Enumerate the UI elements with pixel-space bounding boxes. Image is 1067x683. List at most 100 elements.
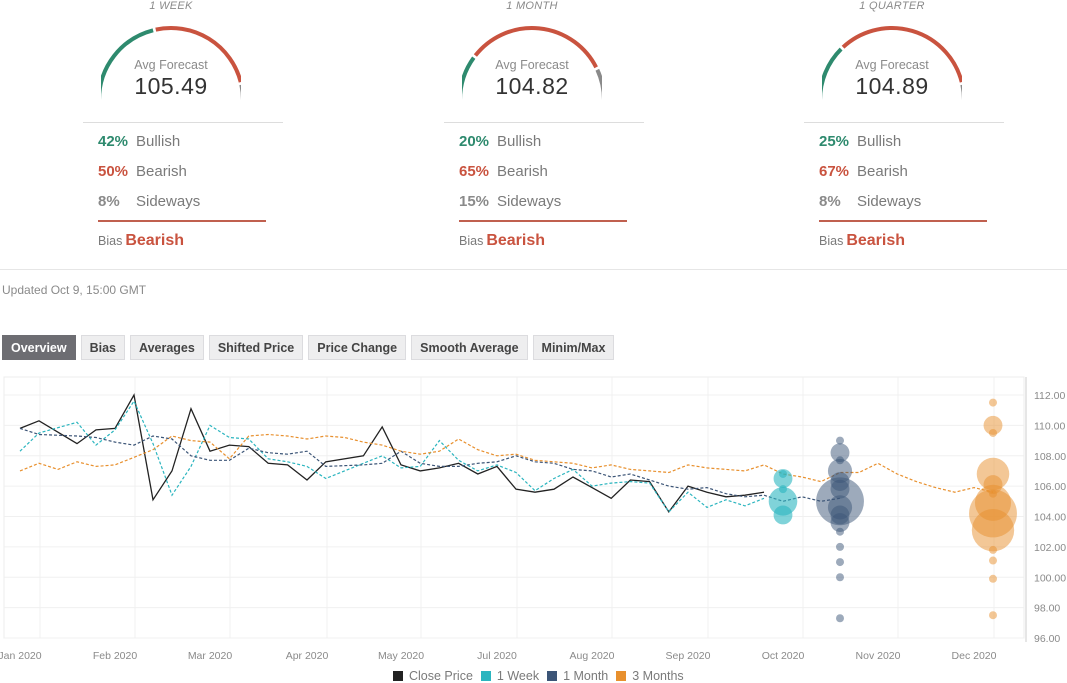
tab-price-change[interactable]: Price Change (308, 335, 407, 360)
period-label: 1 WEEK (149, 0, 193, 12)
forecast-bubble-1-month (836, 614, 844, 623)
x-tick-label: Dec 2020 (952, 650, 997, 662)
avg-forecast-label: Avg Forecast (134, 58, 208, 72)
avg-forecast-label: Avg Forecast (495, 58, 569, 72)
y-tick-label: 106.00 (1034, 481, 1066, 493)
sideways-label: Sideways (136, 193, 201, 210)
bias: Bias Bearish (459, 232, 545, 250)
forecast-bubble-3-months (989, 611, 997, 620)
forecast-bubble-3-months (989, 428, 997, 437)
forecast-bubble-1-month (830, 479, 850, 499)
sideways-arc (595, 68, 602, 101)
x-tick-label: Aug 2020 (570, 650, 615, 662)
updated-timestamp: Updated Oct 9, 15:00 GMT (2, 283, 147, 297)
chart-tabs: Overview Bias Averages Shifted Price Pri… (2, 335, 615, 360)
bias-divider (819, 220, 987, 222)
forecast-bubble-3-months (989, 574, 997, 583)
bullish-label: Bullish (497, 133, 542, 150)
bias: Bias Bearish (98, 232, 184, 250)
bias-label: Bias (819, 234, 844, 248)
legend-swatch (480, 671, 491, 681)
forecast-card-week: 1 WEEK Avg Forecast 105.49 42% Bullish 50… (71, 0, 311, 265)
divider (444, 122, 644, 123)
bullish-percent: 25% (819, 133, 850, 150)
y-tick-label: 104.00 (1034, 512, 1066, 524)
legend-item-3-months[interactable]: 3 Months (616, 669, 684, 683)
forecast-bubble-1-month (836, 573, 844, 582)
x-tick-label: Apr 2020 (286, 650, 329, 662)
bias: Bias Bearish (819, 232, 905, 250)
forecast-bubble-3-months (989, 545, 997, 554)
bearish-row: 50% Bearish (98, 162, 187, 182)
bullish-label: Bullish (857, 133, 902, 150)
bearish-label: Bearish (857, 163, 908, 180)
sideways-row: 8% Sideways (819, 192, 921, 212)
bias-label: Bias (459, 234, 484, 248)
sideways-row: 15% Sideways (459, 192, 561, 212)
legend-item-1-week[interactable]: 1 Week (480, 669, 539, 683)
legend-swatch (547, 671, 558, 681)
period-label: 1 QUARTER (859, 0, 925, 12)
x-tick-label: Oct 2020 (762, 650, 805, 662)
legend-swatch (393, 671, 403, 681)
bias-value: Bearish (846, 232, 906, 249)
sideways-percent: 15% (459, 193, 490, 210)
y-tick-label: 108.00 (1034, 451, 1066, 463)
sideways-percent: 8% (98, 193, 120, 210)
forecast-bubble-1-month (836, 436, 844, 445)
tab-minim-max[interactable]: Minim/Max (532, 335, 615, 360)
forecast-bubble-1-week (773, 505, 793, 525)
bearish-row: 67% Bearish (819, 162, 908, 182)
x-tick-label: May 2020 (378, 650, 424, 662)
y-tick-label: 96.00 (1034, 633, 1060, 645)
tab-bias[interactable]: Bias (80, 335, 125, 360)
forecast-bubble-1-week (779, 469, 787, 478)
tab-shifted-price[interactable]: Shifted Price (208, 335, 304, 360)
series-line-1-month (19, 427, 841, 502)
x-tick-label: Nov 2020 (856, 650, 901, 662)
period-label: 1 MONTH (506, 0, 558, 12)
bearish-label: Bearish (497, 163, 548, 180)
forecast-bubble-3-months (989, 489, 997, 498)
bias-value: Bearish (125, 232, 185, 249)
forecast-bubble-3-months (989, 556, 997, 565)
legend-swatch (616, 671, 627, 681)
tab-overview[interactable]: Overview (2, 335, 76, 360)
forecast-card-month: 1 MONTH Avg Forecast 104.82 20% Bullish 6… (432, 0, 672, 265)
legend-label: 1 Month (563, 669, 609, 683)
bearish-label: Bearish (136, 163, 187, 180)
avg-forecast-value: 104.82 (495, 73, 569, 99)
y-tick-label: 112.00 (1034, 390, 1065, 402)
legend-label: Close Price (409, 669, 473, 683)
tab-averages[interactable]: Averages (130, 335, 204, 360)
x-axis: Jan 2020 Feb 2020 Mar 2020 Apr 2020 May 2020… (0, 650, 997, 662)
tab-smooth-average[interactable]: Smooth Average (411, 335, 528, 360)
bullish-percent: 42% (98, 133, 129, 150)
avg-forecast-value: 104.89 (855, 73, 929, 99)
x-tick-label: Feb 2020 (93, 650, 138, 662)
chart-bubbles (768, 398, 1017, 623)
forecast-bubble-1-month (836, 527, 844, 536)
forecast-chart: 112.00 110.00 108.00 106.00 104.00 102.00 100.… (0, 376, 1066, 662)
x-tick-label: Mar 2020 (188, 650, 233, 662)
section-divider (0, 269, 1067, 270)
forecast-bubble-3-months (989, 398, 997, 407)
y-tick-label: 102.00 (1034, 542, 1066, 554)
legend-item-close-price[interactable]: Close Price (393, 669, 473, 683)
bias-label: Bias (98, 234, 123, 248)
x-tick-label: Sep 2020 (666, 650, 711, 662)
sideways-row: 8% Sideways (98, 192, 200, 212)
x-tick-label: Jul 2020 (477, 650, 517, 662)
chart-legend: Close Price 1 Week 1 Month 3 Months (393, 669, 684, 683)
legend-label: 3 Months (632, 669, 684, 683)
avg-forecast-value: 105.49 (134, 73, 208, 99)
series-line-1-week (19, 399, 765, 513)
legend-item-1-month[interactable]: 1 Month (547, 669, 608, 683)
bullish-row: 25% Bullish (819, 132, 901, 152)
forecast-bubble-1-month (836, 542, 844, 551)
bullish-row: 20% Bullish (459, 132, 541, 152)
bullish-row: 42% Bullish (98, 132, 180, 152)
bearish-percent: 67% (819, 163, 850, 180)
bias-divider (459, 220, 627, 222)
y-tick-label: 98.00 (1034, 603, 1060, 615)
